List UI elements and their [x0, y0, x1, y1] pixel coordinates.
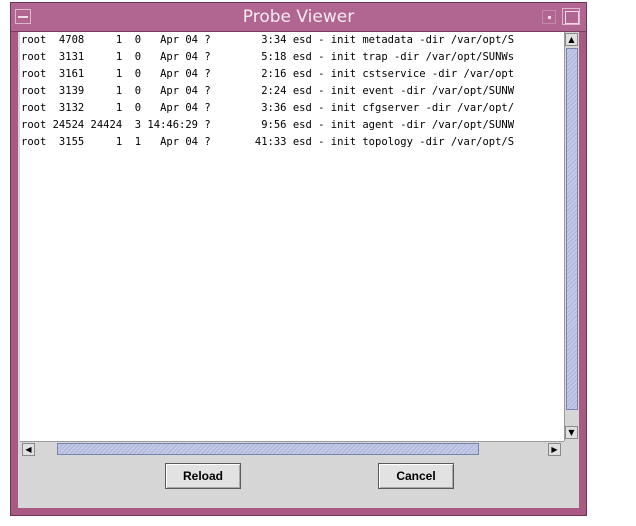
window-content: root 4708 1 0 Apr 04 ? 3:34 esd - init m…: [18, 32, 579, 508]
minimize-icon: [548, 16, 551, 19]
maximize-icon: [565, 11, 579, 24]
list-item[interactable]: root 3155 1 1 Apr 04 ? 41:33 esd - init …: [21, 134, 514, 151]
list-item[interactable]: root 4708 1 0 Apr 04 ? 3:34 esd - init m…: [21, 32, 514, 49]
scroll-left-icon[interactable]: ◀: [22, 443, 35, 456]
maximize-button[interactable]: [562, 8, 580, 25]
cancel-button[interactable]: Cancel: [378, 463, 454, 489]
vertical-scrollbar[interactable]: ▲ ▼: [564, 32, 579, 441]
reload-button[interactable]: Reload: [165, 463, 241, 489]
scroll-right-icon[interactable]: ▶: [548, 443, 561, 456]
list-item[interactable]: root 3161 1 0 Apr 04 ? 2:16 esd - init c…: [21, 66, 514, 83]
window-title: Probe Viewer: [242, 7, 355, 27]
scroll-up-icon[interactable]: ▲: [565, 33, 578, 46]
horizontal-scrollbar[interactable]: ◀ ▶: [20, 441, 564, 457]
probe-viewer-window: Probe Viewer root 4708 1 0 Apr 04 ? 3:34…: [10, 2, 587, 516]
list-item[interactable]: root 3132 1 0 Apr 04 ? 3:36 esd - init c…: [21, 100, 514, 117]
list-item[interactable]: root 3131 1 0 Apr 04 ? 5:18 esd - init t…: [21, 49, 514, 66]
minimize-button[interactable]: [542, 10, 556, 24]
scrollbar-corner: [564, 441, 579, 457]
list-item[interactable]: root 24524 24424 3 14:46:29 ? 9:56 esd -…: [21, 117, 514, 134]
list-item[interactable]: root 3139 1 0 Apr 04 ? 2:24 esd - init e…: [21, 83, 514, 100]
process-list[interactable]: root 4708 1 0 Apr 04 ? 3:34 esd - init m…: [20, 32, 564, 441]
scroll-down-icon[interactable]: ▼: [565, 426, 578, 439]
title-bar[interactable]: Probe Viewer: [11, 3, 586, 32]
horizontal-scroll-thumb[interactable]: [57, 443, 479, 455]
vertical-scroll-thumb[interactable]: [566, 48, 578, 410]
